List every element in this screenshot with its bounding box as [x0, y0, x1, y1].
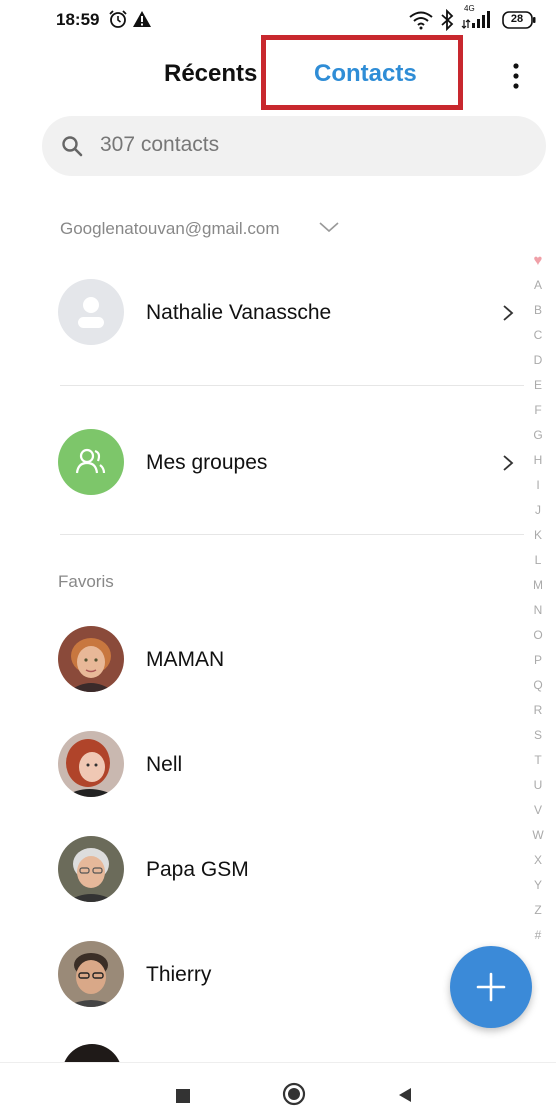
chevron-right-icon[interactable] [502, 303, 514, 323]
contact-name[interactable]: MAMAN [146, 648, 224, 672]
chevron-right-icon[interactable] [502, 453, 514, 473]
divider [60, 534, 524, 535]
contact-name[interactable]: Nell [146, 753, 182, 777]
index-letter-q[interactable]: Q [528, 673, 548, 698]
index-letter-v[interactable]: V [528, 798, 548, 823]
tab-recents[interactable]: Récents [164, 60, 257, 88]
network-type-label: 4G [464, 4, 475, 13]
account-email[interactable]: Googlenatouvan@gmail.com [60, 219, 280, 239]
contact-avatar[interactable] [58, 731, 124, 797]
chevron-down-icon[interactable] [318, 220, 340, 234]
warning-icon [133, 11, 151, 27]
divider [60, 385, 524, 386]
profile-avatar-icon[interactable] [58, 279, 124, 345]
index-letter-m[interactable]: M [528, 573, 548, 598]
search-input[interactable]: 307 contacts [100, 133, 219, 157]
navigation-bar [0, 1062, 556, 1107]
contact-avatar-partial[interactable] [62, 1044, 122, 1062]
index-letter-c[interactable]: C [528, 323, 548, 348]
index-letter-y[interactable]: Y [528, 873, 548, 898]
contact-avatar[interactable] [58, 836, 124, 902]
highlight-annotation [261, 35, 463, 110]
index-letter-h[interactable]: H [528, 448, 548, 473]
bluetooth-icon [441, 9, 454, 31]
index-letter-t[interactable]: T [528, 748, 548, 773]
plus-icon [476, 972, 506, 1002]
index-letter-d[interactable]: D [528, 348, 548, 373]
index-favorites-heart-icon[interactable]: ♥ [528, 248, 548, 273]
alarm-icon [109, 10, 127, 28]
index-letter-a[interactable]: A [528, 273, 548, 298]
favorites-header: Favoris [58, 572, 114, 591]
recent-apps-icon[interactable] [176, 1089, 190, 1103]
home-icon[interactable] [282, 1082, 306, 1106]
index-letter-f[interactable]: F [528, 398, 548, 423]
index-letter-w[interactable]: W [528, 823, 548, 848]
index-letter-e[interactable]: E [528, 373, 548, 398]
contact-name[interactable]: Thierry [146, 963, 211, 987]
more-options-icon[interactable] [508, 60, 524, 92]
index-letter-k[interactable]: K [528, 523, 548, 548]
groups-label[interactable]: Mes groupes [146, 451, 267, 475]
groups-icon[interactable] [58, 429, 124, 495]
index-letter-b[interactable]: B [528, 298, 548, 323]
index-letter-x[interactable]: X [528, 848, 548, 873]
index-letter-g[interactable]: G [528, 423, 548, 448]
search-icon [62, 136, 83, 157]
index-letter-n[interactable]: N [528, 598, 548, 623]
index-letter-l[interactable]: L [528, 548, 548, 573]
index-letter-hash[interactable]: # [528, 923, 548, 948]
profile-name[interactable]: Nathalie Vanassche [146, 301, 331, 325]
index-letter-s[interactable]: S [528, 723, 548, 748]
index-letter-j[interactable]: J [528, 498, 548, 523]
status-time: 18:59 [56, 10, 100, 29]
index-letter-i[interactable]: I [528, 473, 548, 498]
index-letter-p[interactable]: P [528, 648, 548, 673]
contact-avatar[interactable] [58, 626, 124, 692]
contact-name[interactable]: Papa GSM [146, 858, 249, 882]
index-letter-z[interactable]: Z [528, 898, 548, 923]
index-letter-u[interactable]: U [528, 773, 548, 798]
back-icon[interactable] [396, 1086, 414, 1104]
alphabet-index[interactable]: ♥ A B C D E F G H I J K L M N O P Q R S T U V W X Y Z # [528, 248, 548, 948]
wifi-icon [409, 11, 433, 30]
index-letter-o[interactable]: O [528, 623, 548, 648]
index-letter-r[interactable]: R [528, 698, 548, 723]
contact-avatar[interactable] [58, 941, 124, 1007]
battery-level: 28 [510, 13, 524, 25]
